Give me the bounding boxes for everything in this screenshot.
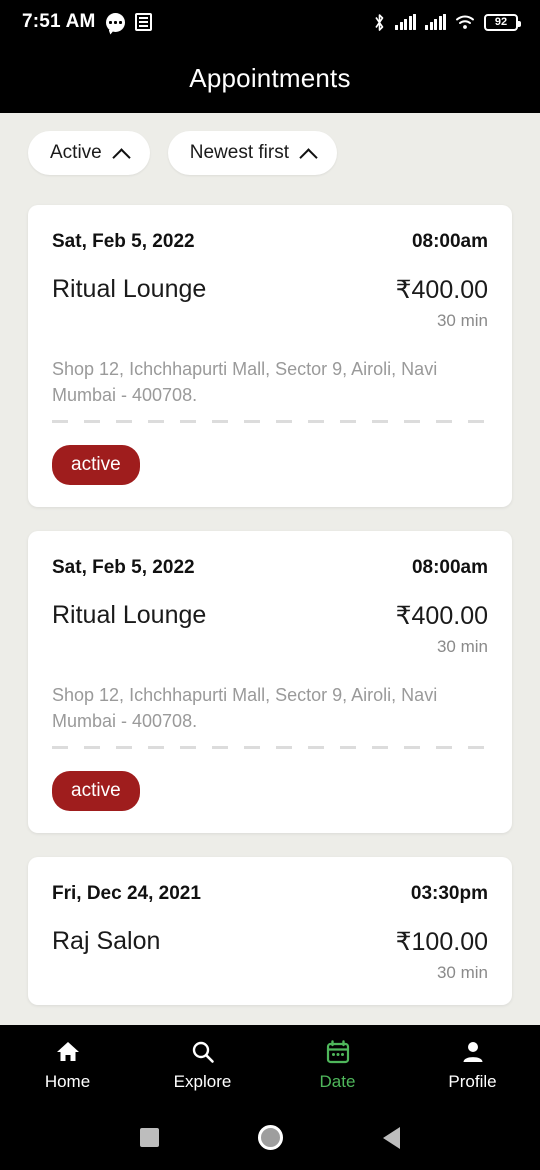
nav-item-explore[interactable]: Explore <box>135 1039 270 1092</box>
nav-item-home[interactable]: Home <box>0 1039 135 1092</box>
wifi-icon <box>455 14 475 30</box>
card-main-row: Raj Salon ₹100.00 30 min <box>52 927 488 983</box>
salon-address: Shop 12, Ichchhapurti Mall, Sector 9, Ai… <box>52 685 438 731</box>
appointment-cards: Sat, Feb 5, 2022 08:00am Ritual Lounge ₹… <box>0 175 540 1006</box>
home-icon <box>55 1039 81 1065</box>
battery-level: 92 <box>494 15 508 28</box>
person-icon <box>460 1039 486 1065</box>
news-list-icon <box>134 13 152 31</box>
nav-item-date-label: Date <box>319 1071 356 1091</box>
android-navigation-bar <box>0 1105 540 1170</box>
appointment-card[interactable]: Fri, Dec 24, 2021 03:30pm Raj Salon ₹100… <box>28 857 512 1006</box>
salon-name: Raj Salon <box>52 927 161 956</box>
card-main-row: Ritual Lounge ₹400.00 30 min <box>52 275 488 331</box>
appointment-time: 08:00am <box>411 231 488 252</box>
status-badge: active <box>52 445 140 486</box>
appointment-price: ₹400.00 <box>395 602 488 631</box>
status-badge: active <box>52 771 140 812</box>
chat-bubble-icon <box>105 12 125 32</box>
search-icon <box>190 1039 216 1065</box>
recents-square-icon[interactable] <box>139 1128 159 1147</box>
salon-address: Shop 12, Ichchhapurti Mall, Sector 9, Ai… <box>52 359 438 405</box>
card-divider <box>52 420 488 424</box>
salon-name: Ritual Lounge <box>52 601 207 630</box>
bottom-navigation: Home Explore Date Profile <box>0 1025 540 1105</box>
status-bar-left: 7:51 AM <box>22 11 152 33</box>
card-header-row: Fri, Dec 24, 2021 03:30pm <box>52 883 488 905</box>
filter-chip-sort[interactable]: Newest first <box>167 131 337 175</box>
chevron-up-icon <box>113 146 128 161</box>
price-block: ₹100.00 30 min <box>396 927 488 983</box>
card-header-row: Sat, Feb 5, 2022 08:00am <box>52 557 488 579</box>
appointment-time: 03:30pm <box>410 883 488 905</box>
bluetooth-icon <box>373 13 386 32</box>
nav-item-explore-label: Explore <box>173 1071 232 1091</box>
phone-screen: 7:51 AM 92 Appointments Active Newest fi… <box>0 0 540 1170</box>
appointments-list-scroll[interactable]: Active Newest first Sat, Feb 5, 2022 08:… <box>0 113 540 1025</box>
battery-icon: 92 <box>484 13 521 31</box>
nav-item-home-label: Home <box>44 1071 91 1091</box>
status-bar-right: 92 <box>373 13 521 32</box>
appointment-card[interactable]: Sat, Feb 5, 2022 08:00am Ritual Lounge ₹… <box>28 531 512 834</box>
salon-name: Ritual Lounge <box>52 275 207 303</box>
filter-chip-sort-label: Newest first <box>189 142 289 163</box>
filter-chip-status[interactable]: Active <box>28 131 150 175</box>
calendar-icon <box>325 1039 351 1065</box>
appointment-date: Sat, Feb 5, 2022 <box>52 231 195 252</box>
price-block: ₹400.00 30 min <box>396 275 488 331</box>
filter-chip-row: Active Newest first <box>0 113 540 175</box>
appointment-duration: 30 min <box>436 637 488 657</box>
status-time: 7:51 AM <box>22 11 96 32</box>
appointment-duration: 30 min <box>436 963 488 983</box>
page-title: Appointments <box>189 63 351 93</box>
appointment-date: Sat, Feb 5, 2022 <box>52 557 195 579</box>
filter-chip-status-label: Active <box>50 142 102 163</box>
app-header: Appointments <box>0 44 540 113</box>
appointment-date: Fri, Dec 24, 2021 <box>52 883 201 905</box>
card-divider <box>52 746 488 750</box>
appointment-price: ₹400.00 <box>395 276 488 304</box>
card-header-row: Sat, Feb 5, 2022 08:00am <box>52 231 488 253</box>
appointment-card[interactable]: Sat, Feb 5, 2022 08:00am Ritual Lounge ₹… <box>28 205 512 508</box>
appointment-duration: 30 min <box>436 311 488 330</box>
card-main-row: Ritual Lounge ₹400.00 30 min <box>52 601 488 657</box>
appointment-price: ₹100.00 <box>395 928 488 957</box>
nav-item-date[interactable]: Date <box>270 1039 405 1092</box>
back-triangle-icon[interactable] <box>383 1126 401 1149</box>
price-block: ₹400.00 30 min <box>396 601 488 657</box>
status-bar: 7:51 AM 92 <box>0 0 540 44</box>
nav-item-profile[interactable]: Profile <box>405 1039 540 1092</box>
chevron-up-icon <box>300 146 315 161</box>
nav-item-profile-label: Profile <box>448 1071 497 1091</box>
home-circle-icon[interactable] <box>258 1125 284 1150</box>
signal-bars-2-icon <box>425 14 446 30</box>
signal-bars-icon <box>395 14 416 30</box>
appointment-time: 08:00am <box>411 557 488 579</box>
